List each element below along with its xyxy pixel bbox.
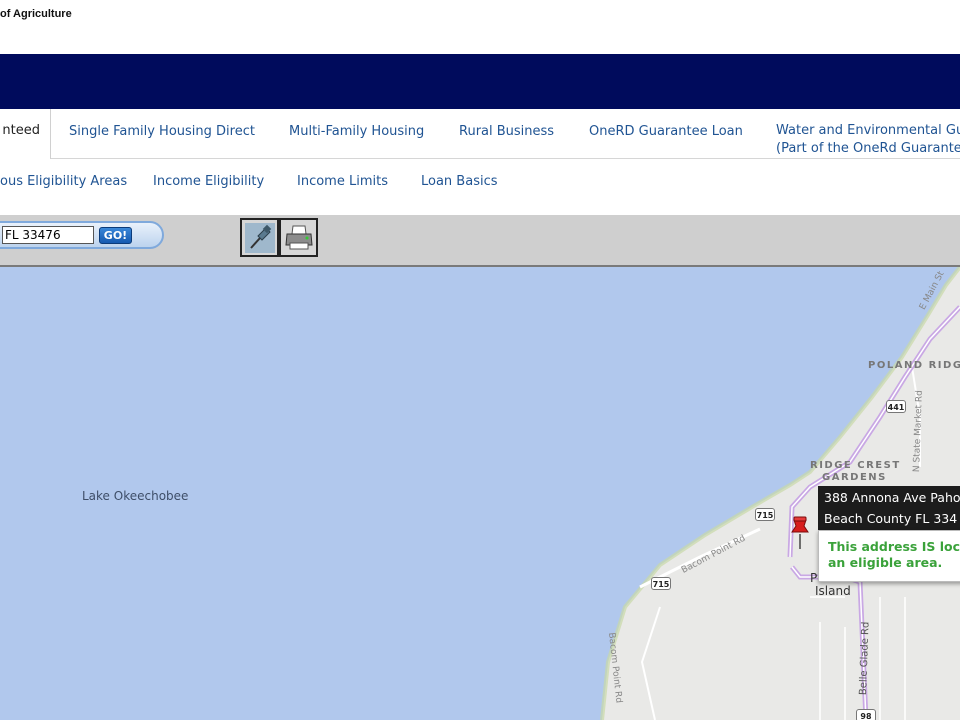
go-button[interactable]: GO! [99, 227, 132, 244]
island-prefix-label: P [810, 571, 818, 585]
tab-label: Rural Business [459, 124, 555, 139]
tab-water-environmental[interactable]: Water and Environmental Gu (Part of the … [776, 109, 960, 159]
callout-address-line: 388 Annona Ave Paho [824, 490, 960, 505]
eligibility-status-callout: This address IS loc an eligible area. [818, 530, 960, 582]
site-header: of Agriculture [0, 0, 960, 54]
lake-label: Lake Okeechobee [82, 489, 189, 503]
route-shield: 715 [755, 508, 775, 521]
tab-onerd-guarantee-loan[interactable]: OneRD Guarantee Loan [589, 109, 743, 159]
subtab-loan-basics[interactable]: Loan Basics [421, 174, 498, 189]
tab-label-line2: (Part of the OneRd Guarantee [776, 140, 960, 156]
tab-single-family-housing-direct[interactable]: Single Family Housing Direct [69, 109, 255, 159]
tab-rural-business[interactable]: Rural Business [459, 109, 554, 159]
eligibility-map[interactable]: Lake Okeechobee POLAND RIDG RIDGE CREST … [0, 267, 960, 720]
map-toolbar: GO! [0, 215, 960, 267]
tab-guaranteed[interactable]: nteed [0, 109, 51, 160]
route-shield: 441 [886, 400, 906, 413]
address-callout: 388 Annona Ave Paho Beach County FL 334 [818, 486, 960, 530]
island-label: Island [815, 584, 851, 598]
sub-tabs: ous Eligibility Areas Income Eligibility… [0, 159, 960, 215]
callout-address-line: Beach County FL 334 [824, 511, 958, 526]
location-pin-icon[interactable] [791, 516, 813, 550]
eligibility-status-line: an eligible area. [828, 555, 943, 570]
program-tabs: nteed Single Family Housing Direct Multi… [0, 109, 960, 160]
print-tool-button[interactable] [279, 218, 318, 257]
eligibility-status-line: This address IS loc [828, 539, 960, 554]
subtab-income-limits[interactable]: Income Limits [297, 174, 388, 189]
subtab-income-eligibility[interactable]: Income Eligibility [153, 174, 264, 189]
tab-multi-family-housing[interactable]: Multi-Family Housing [289, 109, 424, 159]
place-label: RIDGE CREST [810, 460, 901, 471]
printer-icon [285, 225, 313, 250]
route-shield: 715 [651, 577, 671, 590]
address-search: GO! [0, 221, 164, 249]
pushpin-icon [245, 223, 275, 253]
route-shield: 98 [856, 709, 876, 720]
place-label: POLAND RIDG [868, 360, 960, 371]
address-search-input[interactable] [2, 226, 94, 244]
tab-label: Water and Environmental Gu [776, 123, 960, 138]
agency-name: of Agriculture [0, 8, 72, 20]
tab-label: Multi-Family Housing [289, 124, 425, 139]
pushpin-tool-button[interactable] [240, 218, 279, 257]
tab-label: OneRD Guarantee Loan [589, 124, 743, 139]
tab-label: nteed [2, 123, 40, 138]
subtab-eligibility-areas[interactable]: ous Eligibility Areas [0, 174, 127, 189]
place-label: GARDENS [822, 472, 887, 483]
site-banner [0, 54, 960, 109]
tab-label: Single Family Housing Direct [69, 124, 255, 139]
